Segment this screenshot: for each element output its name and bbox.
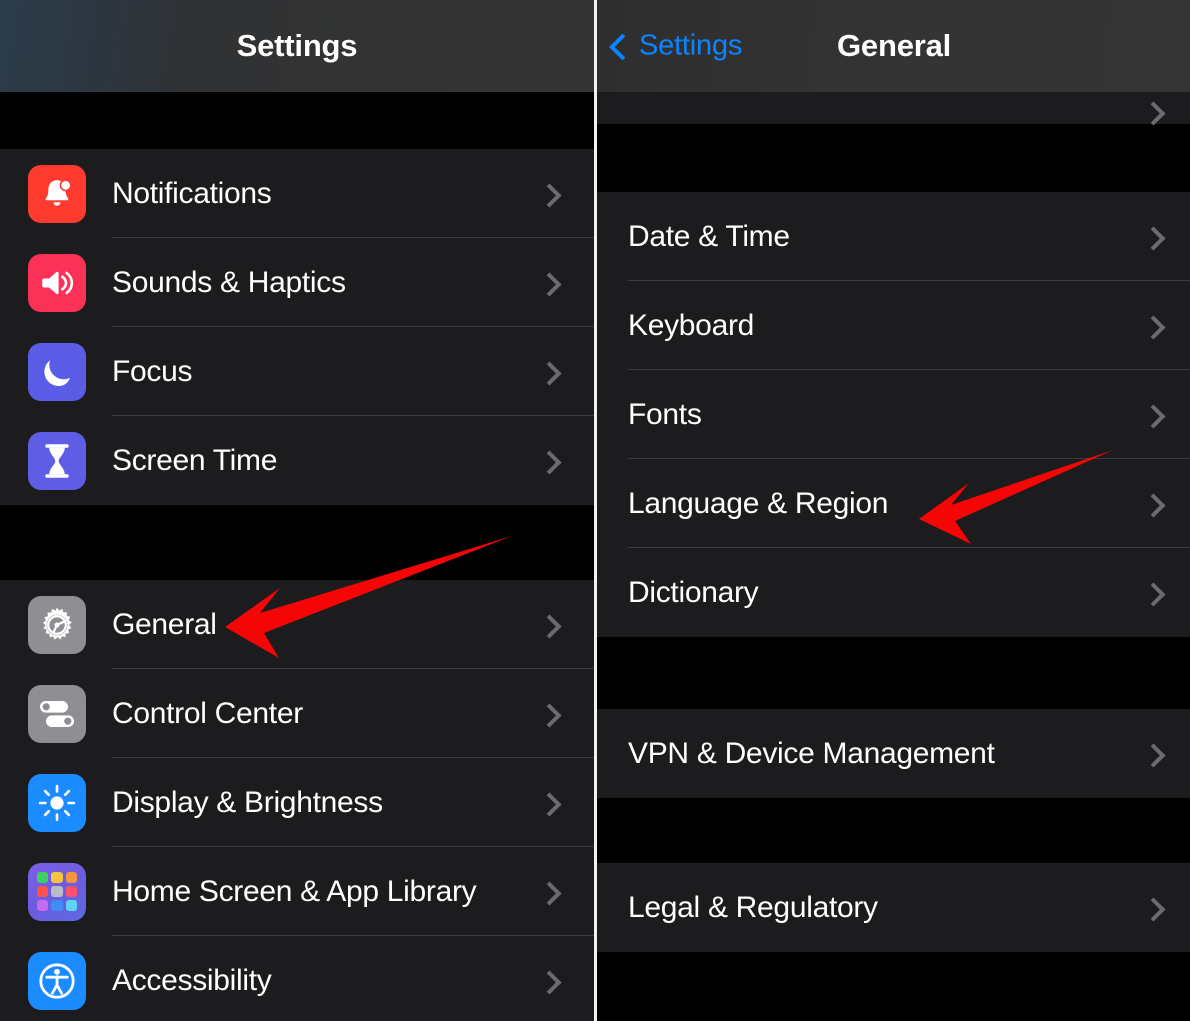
sidebar-item-label: Notifications — [112, 176, 272, 210]
back-button[interactable]: Settings — [609, 29, 743, 63]
moon-icon — [28, 342, 86, 401]
back-button-label: Settings — [639, 29, 743, 62]
sidebar-item-label: Control Center — [112, 696, 303, 730]
general-group-2: VPN & Device Management — [597, 709, 1190, 798]
list-item-label: Fonts — [628, 397, 702, 431]
left-section-gap-top — [0, 92, 594, 149]
list-item-dictionary[interactable]: Dictionary — [597, 548, 1190, 637]
list-item-label: Language & Region — [628, 486, 889, 520]
sidebar-item-label: Display & Brightness — [112, 785, 383, 819]
right-nav-bar: Settings General — [597, 0, 1190, 92]
settings-root-panel: Notifications Sounds & Haptics Focus Scr… — [0, 0, 594, 1021]
left-nav-bar: Settings — [0, 0, 594, 92]
accessibility-icon — [28, 951, 86, 1010]
general-settings-list[interactable]: Background App Refresh Date & Time Keybo… — [597, 0, 1190, 1021]
settings-group-2: General Control Center Display & Brightn… — [0, 580, 594, 1021]
settings-split-screenshot: Notifications Sounds & Haptics Focus Scr… — [0, 0, 1190, 1021]
chevron-right-icon — [1141, 101, 1166, 126]
sidebar-item-label: Focus — [112, 354, 193, 388]
speaker-icon — [28, 253, 86, 312]
chevron-right-icon — [537, 791, 562, 817]
sidebar-item-general[interactable]: General — [0, 580, 594, 669]
sidebar-item-label: Home Screen & App Library — [112, 874, 477, 908]
list-item-label: Date & Time — [628, 219, 790, 253]
chevron-left-icon — [609, 33, 636, 60]
sidebar-item-accessibility[interactable]: Accessibility — [0, 936, 594, 1021]
chevron-right-icon — [1141, 225, 1166, 251]
sidebar-item-sounds-haptics[interactable]: Sounds & Haptics — [0, 238, 594, 327]
list-item-label: VPN & Device Management — [628, 736, 995, 770]
chevron-right-icon — [1141, 492, 1166, 518]
sidebar-item-label: General — [112, 607, 217, 641]
page-title: Settings — [236, 28, 358, 63]
list-item-date-time[interactable]: Date & Time — [597, 192, 1190, 281]
panel-divider — [594, 0, 597, 1021]
right-section-gap-3 — [597, 952, 1190, 1021]
sidebar-item-focus[interactable]: Focus — [0, 327, 594, 416]
sidebar-item-home-screen-app-library[interactable]: Home Screen & App Library — [0, 847, 594, 936]
chevron-right-icon — [1141, 742, 1166, 768]
list-item-vpn-device-management[interactable]: VPN & Device Management — [597, 709, 1190, 798]
list-item-label: Keyboard — [628, 308, 755, 342]
list-item-fonts[interactable]: Fonts — [597, 370, 1190, 459]
settings-root-list[interactable]: Notifications Sounds & Haptics Focus Scr… — [0, 0, 594, 1021]
chevron-right-icon — [537, 613, 562, 639]
chevron-right-icon — [537, 702, 562, 728]
settings-group-1: Notifications Sounds & Haptics Focus Scr… — [0, 149, 594, 505]
left-section-gap-1 — [0, 505, 594, 580]
list-item-language-region[interactable]: Language & Region — [597, 459, 1190, 548]
sidebar-item-label: Accessibility — [112, 963, 272, 997]
chevron-right-icon — [1141, 314, 1166, 340]
list-item-keyboard[interactable]: Keyboard — [597, 281, 1190, 370]
sidebar-item-notifications[interactable]: Notifications — [0, 149, 594, 238]
gear-icon — [28, 595, 86, 654]
chevron-right-icon — [537, 360, 562, 386]
chevron-right-icon — [537, 969, 562, 995]
sidebar-item-label: Sounds & Haptics — [112, 265, 346, 299]
general-group-1: Date & Time Keyboard Fonts Language & Re… — [597, 192, 1190, 637]
sidebar-item-screen-time[interactable]: Screen Time — [0, 416, 594, 505]
right-section-gap-1 — [597, 637, 1190, 709]
chevron-right-icon — [537, 182, 562, 208]
right-section-gap-2 — [597, 798, 1190, 863]
list-item-label: Legal & Regulatory — [628, 890, 878, 924]
chevron-right-icon — [1141, 403, 1166, 429]
chevron-right-icon — [1141, 896, 1166, 922]
sidebar-item-label: Screen Time — [112, 443, 278, 477]
chevron-right-icon — [537, 271, 562, 297]
list-item-label: Dictionary — [628, 575, 759, 609]
sun-icon — [28, 773, 86, 832]
sidebar-item-display-brightness[interactable]: Display & Brightness — [0, 758, 594, 847]
chevron-right-icon — [537, 880, 562, 906]
general-group-3: Legal & Regulatory — [597, 863, 1190, 952]
general-settings-panel: Background App Refresh Date & Time Keybo… — [597, 0, 1190, 1021]
chevron-right-icon — [1141, 581, 1166, 607]
toggles-icon — [28, 684, 86, 743]
sidebar-item-control-center[interactable]: Control Center — [0, 669, 594, 758]
list-item-legal-regulatory[interactable]: Legal & Regulatory — [597, 863, 1190, 952]
right-section-gap-0 — [597, 124, 1190, 192]
bell-icon — [28, 164, 86, 223]
chevron-right-icon — [537, 449, 562, 475]
page-title: General — [837, 28, 952, 63]
app-grid-icon — [28, 862, 86, 921]
hourglass-icon — [28, 431, 86, 490]
